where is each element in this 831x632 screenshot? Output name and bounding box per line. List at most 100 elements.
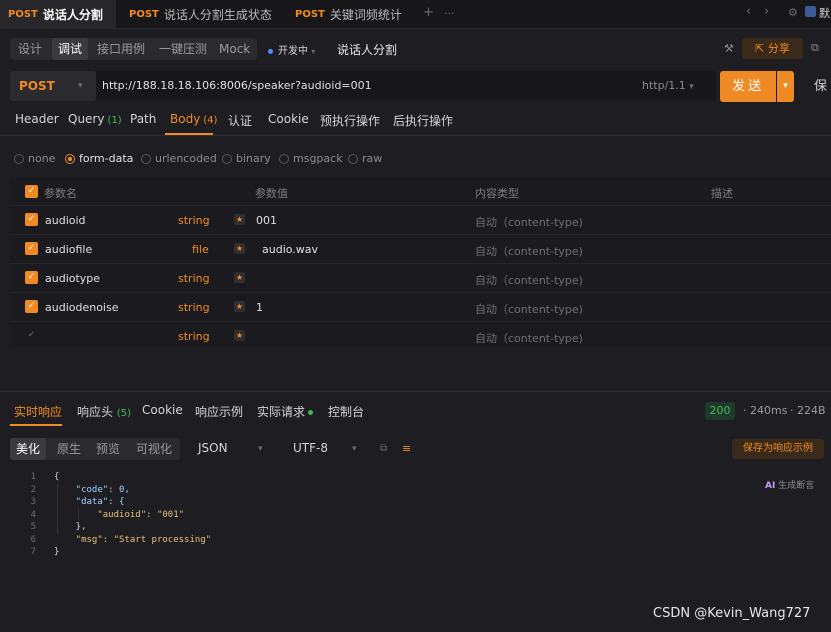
request-tab[interactable]: POST 关键词频统计 bbox=[287, 0, 410, 29]
radio-form-data[interactable]: form-data bbox=[65, 152, 133, 165]
param-type[interactable]: file bbox=[192, 243, 209, 256]
send-options-button[interactable]: ▾ bbox=[777, 71, 794, 102]
tab-label: 响应示例 bbox=[195, 405, 244, 419]
param-type[interactable]: string bbox=[178, 301, 210, 314]
radio-raw[interactable]: raw bbox=[348, 152, 382, 165]
save-as-example-button[interactable]: 保存为响应示例 bbox=[732, 439, 824, 459]
code-line[interactable]: "msg": "Start processing" bbox=[54, 535, 211, 545]
copy-icon[interactable]: ⧉ bbox=[811, 41, 819, 55]
param-content-type[interactable]: 自动（content-type) bbox=[475, 330, 583, 346]
required-star-icon[interactable]: ★ bbox=[234, 243, 245, 254]
radio-urlencoded[interactable]: urlencoded bbox=[141, 152, 217, 165]
row-checkbox[interactable]: ✓ bbox=[25, 242, 38, 255]
view-preview[interactable]: 预览 bbox=[90, 438, 126, 460]
tab-query[interactable]: Query (1) bbox=[68, 112, 122, 126]
tab-header[interactable]: Header bbox=[15, 112, 59, 126]
api-name[interactable]: 说话人分割 bbox=[337, 41, 397, 58]
panel-divider[interactable] bbox=[0, 391, 831, 392]
add-tab-icon[interactable]: + bbox=[423, 5, 434, 20]
code-line[interactable]: } bbox=[54, 547, 59, 557]
param-name[interactable]: audiofile bbox=[45, 243, 92, 256]
copy-icon[interactable]: ⧉ bbox=[380, 443, 387, 454]
code-line[interactable]: "code": 0, bbox=[54, 485, 130, 495]
required-star-icon[interactable]: ★ bbox=[234, 214, 245, 225]
select-all-checkbox[interactable]: ✓ bbox=[25, 185, 38, 198]
required-star-icon[interactable]: ★ bbox=[234, 330, 245, 341]
tab-count: (4) bbox=[203, 115, 218, 126]
param-value[interactable]: 001 bbox=[256, 214, 277, 227]
tab-response-cookie[interactable]: Cookie bbox=[142, 403, 183, 417]
radio-binary[interactable]: binary bbox=[222, 152, 271, 165]
mode-test-case[interactable]: 接口用例 bbox=[91, 38, 151, 60]
tab-post-script[interactable]: 后执行操作 bbox=[393, 112, 453, 129]
mode-stress-test[interactable]: 一键压测 bbox=[153, 38, 213, 60]
param-content-type[interactable]: 自动（content-type) bbox=[475, 301, 583, 317]
view-pretty[interactable]: 美化 bbox=[10, 438, 47, 460]
param-content-type[interactable]: 自动（content-type) bbox=[475, 243, 583, 259]
row-checkbox[interactable]: ✓ bbox=[25, 271, 38, 284]
row-checkbox[interactable]: ✓ bbox=[25, 213, 38, 226]
tab-live-response[interactable]: 实时响应 bbox=[14, 403, 62, 420]
code-line[interactable]: "audioid": "001" bbox=[54, 510, 184, 520]
tab-response-headers[interactable]: 响应头 (5) bbox=[77, 403, 131, 420]
param-type[interactable]: string bbox=[178, 330, 210, 343]
code-line[interactable]: { bbox=[54, 472, 59, 482]
radio-none[interactable]: none bbox=[14, 152, 55, 165]
request-tab[interactable]: POST 说话人分割生成状态 bbox=[121, 0, 280, 29]
required-star-icon[interactable]: ★ bbox=[234, 301, 245, 312]
param-type[interactable]: string bbox=[178, 272, 210, 285]
param-value[interactable]: 1 bbox=[256, 301, 263, 314]
wrap-lines-icon[interactable]: ≡ bbox=[402, 442, 411, 455]
prev-tab-icon[interactable]: ‹ bbox=[746, 4, 751, 19]
view-raw[interactable]: 原生 bbox=[51, 438, 87, 460]
request-tab[interactable]: POST 说话人分割 bbox=[0, 0, 116, 29]
radio-msgpack[interactable]: msgpack bbox=[279, 152, 343, 165]
row-checkbox[interactable]: ✓ bbox=[25, 329, 38, 342]
mode-debug[interactable]: 调试 bbox=[52, 38, 89, 60]
param-name[interactable]: audioid bbox=[45, 214, 86, 227]
line-number: 3 bbox=[30, 497, 36, 507]
tab-response-examples[interactable]: 响应示例 bbox=[195, 403, 243, 420]
tab-pre-script[interactable]: 预执行操作 bbox=[320, 112, 380, 129]
mode-mock[interactable]: Mock bbox=[213, 38, 256, 60]
format-select[interactable]: JSON bbox=[198, 441, 228, 455]
line-number: 7 bbox=[30, 547, 36, 557]
param-content-type[interactable]: 自动（content-type) bbox=[475, 214, 583, 230]
settings-icon[interactable]: ⚙ bbox=[788, 6, 798, 19]
mode-design[interactable]: 设计 bbox=[12, 38, 48, 60]
env-logo-icon[interactable] bbox=[805, 6, 816, 17]
env-name-text[interactable]: 默 bbox=[819, 5, 830, 21]
protocol-label: http/1.1 bbox=[642, 79, 686, 92]
more-tabs-icon[interactable]: ··· bbox=[444, 7, 455, 20]
save-button[interactable]: 保 bbox=[814, 71, 827, 102]
param-name[interactable]: audiodenoise bbox=[45, 301, 119, 314]
tab-auth[interactable]: 认证 bbox=[228, 112, 252, 129]
view-visualize[interactable]: 可视化 bbox=[130, 438, 178, 460]
generate-assertion-button[interactable]: AI 生成断言 bbox=[765, 478, 814, 491]
share-button[interactable]: ⇱ 分享 bbox=[742, 38, 803, 59]
tab-path[interactable]: Path bbox=[130, 112, 156, 126]
encoding-select[interactable]: UTF-8 bbox=[293, 441, 328, 455]
code-line[interactable]: }, bbox=[54, 522, 87, 532]
tab-actual-request[interactable]: 实际请求 bbox=[257, 403, 314, 420]
method-select[interactable]: POST ▾ bbox=[10, 71, 96, 101]
status-code-badge: 200 bbox=[705, 402, 735, 420]
url-input[interactable]: http://188.18.18.106:8006/speaker?audioi… bbox=[96, 71, 716, 101]
next-tab-icon[interactable]: › bbox=[764, 4, 769, 19]
tab-body[interactable]: Body (4) bbox=[170, 112, 217, 126]
chevron-down-icon: ▾ bbox=[258, 444, 263, 454]
param-name[interactable]: audiotype bbox=[45, 272, 100, 285]
format-icon[interactable]: ⚒ bbox=[724, 42, 734, 55]
status-selector[interactable]: 开发中 ▾ bbox=[268, 42, 315, 57]
tab-cookie[interactable]: Cookie bbox=[268, 112, 309, 126]
protocol-select[interactable]: http/1.1 ▾ bbox=[642, 71, 694, 101]
required-star-icon[interactable]: ★ bbox=[234, 272, 245, 283]
tab-label: Cookie bbox=[268, 112, 309, 126]
param-value[interactable]: audio.wav bbox=[262, 243, 318, 256]
param-type[interactable]: string bbox=[178, 214, 210, 227]
code-line[interactable]: "data": { bbox=[54, 497, 125, 507]
tab-console[interactable]: 控制台 bbox=[328, 403, 364, 420]
row-checkbox[interactable]: ✓ bbox=[25, 300, 38, 313]
send-button[interactable]: 发送 bbox=[720, 71, 776, 102]
param-content-type[interactable]: 自动（content-type) bbox=[475, 272, 583, 288]
